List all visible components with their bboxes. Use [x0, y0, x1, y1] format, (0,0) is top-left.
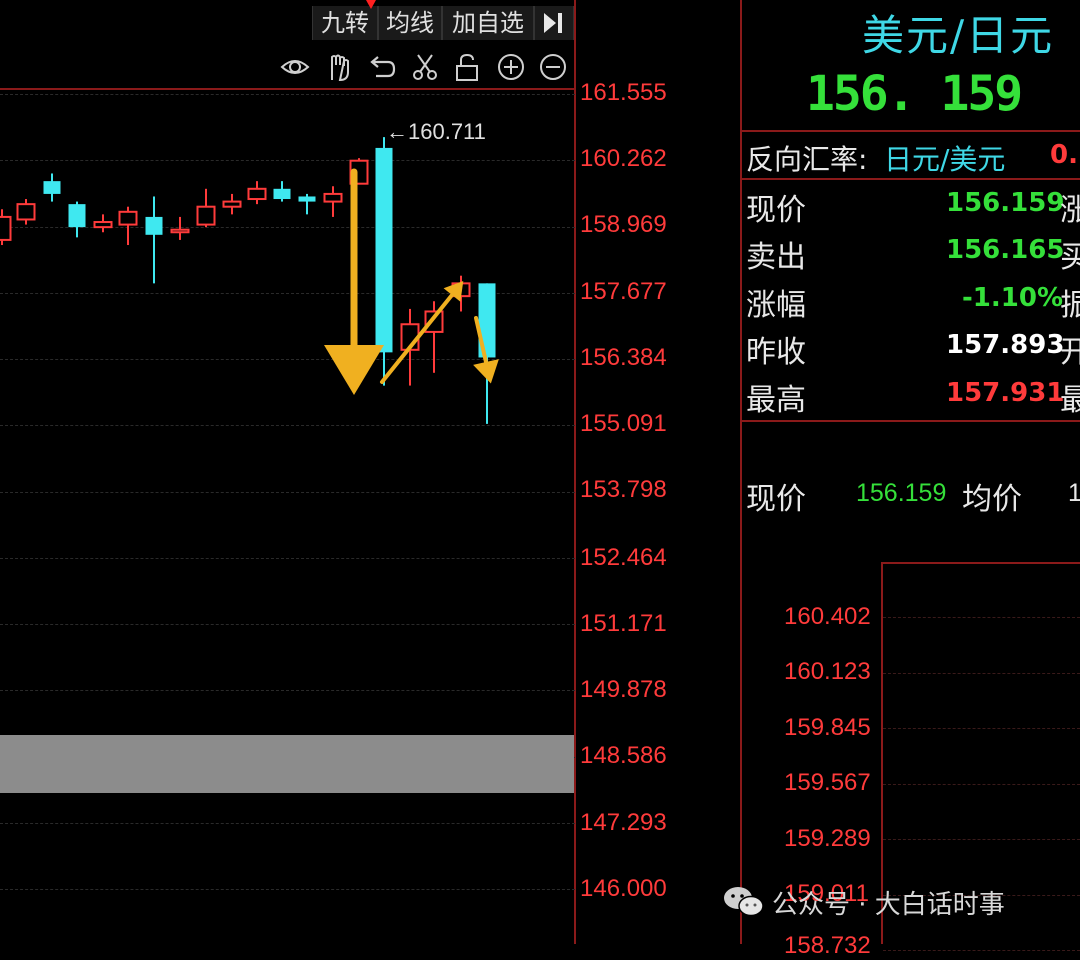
reverse-pair[interactable]: 日元/美元 — [884, 138, 1005, 178]
quote-value-ask: 156.165 — [946, 235, 1065, 265]
grid-line — [883, 950, 1080, 951]
drop-arrow-head — [324, 345, 384, 395]
reverse-rate-value: 0. — [1050, 140, 1078, 170]
tick-axis-label: 160.123 — [784, 658, 871, 685]
price-axis-label: 157.677 — [580, 278, 667, 305]
grid-line — [883, 672, 1080, 674]
panel-divider — [742, 130, 1080, 132]
candle-body[interactable] — [170, 228, 190, 234]
tick-axis-label: 159.845 — [784, 714, 871, 741]
quote-label-change: 涨幅 — [746, 288, 806, 323]
candle-body[interactable] — [145, 216, 163, 235]
quote-tail: 开 — [1060, 335, 1080, 370]
candle-body[interactable] — [68, 204, 86, 228]
price-axis-label: 153.798 — [580, 476, 667, 503]
tick-axis-label: 159.289 — [784, 825, 871, 852]
tick-axis-label: 159.567 — [784, 769, 871, 796]
candlestick-chart[interactable] — [0, 0, 575, 944]
grid-line — [883, 728, 1080, 729]
quote-label-ask: 卖出 — [746, 240, 806, 275]
candle-body[interactable] — [196, 205, 216, 226]
price-axis-label: 156.384 — [580, 344, 667, 371]
grid-line — [883, 617, 1080, 618]
quote-value-high: 157.931 — [946, 378, 1065, 408]
quote-tail: 振 — [1060, 288, 1080, 323]
high-annotation: ←160.711 — [386, 119, 486, 144]
quote-label-high: 最高 — [746, 383, 806, 418]
candle-body[interactable] — [118, 210, 138, 226]
tick-value: 156.159 — [856, 479, 947, 507]
price-axis-label: 158.969 — [580, 211, 667, 238]
candle-body[interactable] — [273, 188, 291, 200]
grid-line — [883, 839, 1080, 840]
quote-tail: 涨 — [1060, 193, 1080, 228]
panel-divider — [742, 420, 1080, 422]
avg-label: 均价 — [962, 482, 1022, 517]
price-axis-label: 160.262 — [580, 145, 667, 172]
price-axis-label: 149.878 — [580, 676, 667, 703]
tick-axis-label: 158.732 — [784, 932, 871, 959]
panel-left-border — [740, 0, 742, 944]
price-axis-label: 161.555 — [580, 79, 667, 106]
watermark-text: 公众号 · 大白话时事 — [772, 890, 1005, 920]
candle-body[interactable] — [16, 203, 36, 221]
candle-body[interactable] — [323, 192, 343, 203]
quote-tail: 买 — [1060, 240, 1080, 275]
price-axis-label: 148.586 — [580, 742, 667, 769]
tick-axis-label: 160.402 — [784, 603, 871, 630]
quote-value-change: -1.10% — [962, 283, 1063, 313]
candle-body[interactable] — [298, 196, 316, 202]
panel-divider — [742, 178, 1080, 180]
quote-tail: 最 — [1060, 383, 1080, 418]
quote-label-prev-close: 昨收 — [746, 335, 806, 370]
reverse-rate-label: 反向汇率: — [746, 143, 868, 176]
candle-body[interactable] — [93, 221, 113, 229]
pair-title: 美元/日元 — [862, 11, 1055, 60]
watermark: 公众号 · 大白话时事 — [722, 880, 1072, 924]
candle-body[interactable] — [43, 181, 61, 194]
price-axis-label: 152.464 — [580, 544, 667, 571]
grid-line — [883, 783, 1080, 785]
quote-label-price: 现价 — [746, 193, 806, 228]
wechat-icon — [724, 887, 764, 917]
price-axis-label: 155.091 — [580, 410, 667, 437]
avg-value: 1 — [1068, 479, 1080, 507]
high-annotation-value: 160.711 — [408, 119, 486, 144]
candle-body[interactable] — [0, 215, 12, 241]
candle-body[interactable] — [222, 200, 242, 208]
current-price-large: 156. 159 — [806, 66, 1023, 122]
price-axis-label: 146.000 — [580, 875, 667, 902]
candle-body[interactable] — [247, 187, 267, 201]
tick-label: 现价 — [746, 482, 806, 517]
price-axis-label: 147.293 — [580, 809, 667, 836]
quote-value-prev-close: 157.893 — [946, 330, 1065, 360]
candle-body[interactable] — [375, 147, 393, 353]
quote-value-price: 156.159 — [946, 188, 1065, 218]
price-axis-label: 151.171 — [580, 610, 667, 637]
